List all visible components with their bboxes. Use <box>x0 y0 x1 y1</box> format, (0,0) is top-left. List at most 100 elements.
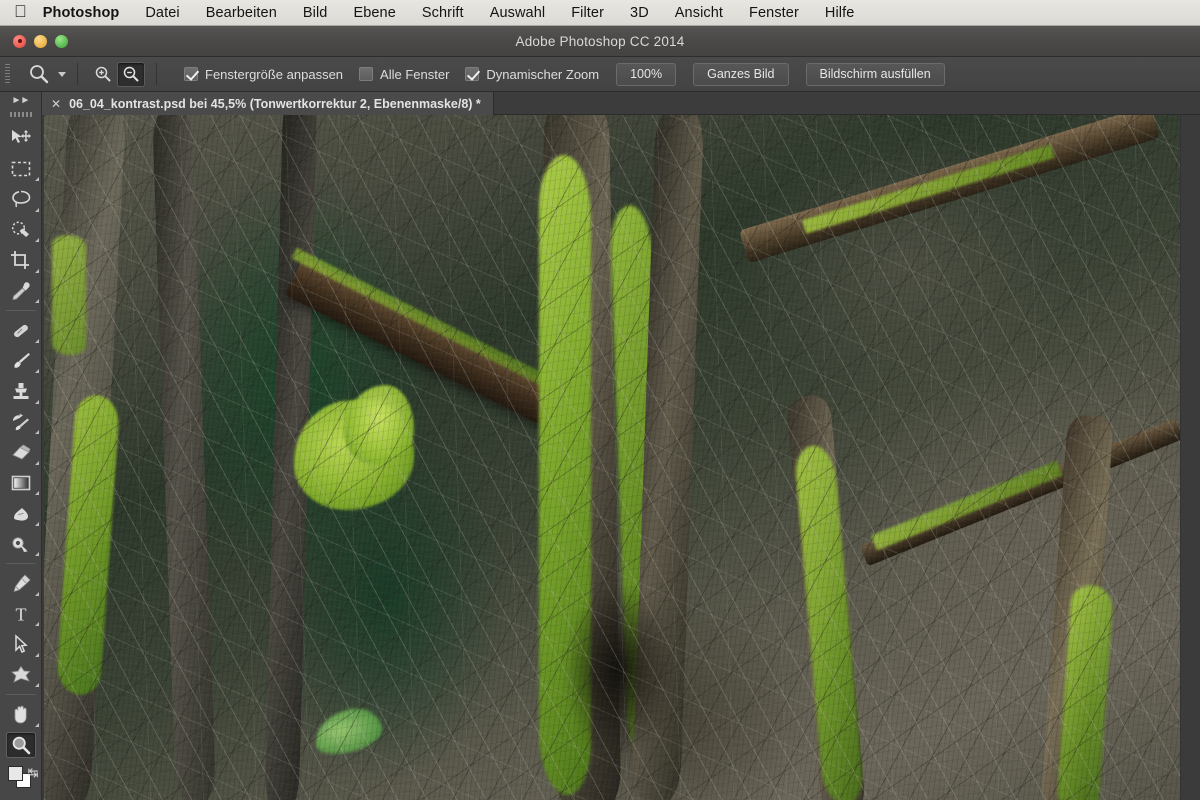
menu-item-ebene[interactable]: Ebene <box>340 5 408 21</box>
quick-selection-tool-icon[interactable] <box>6 217 36 243</box>
brush-tool-icon[interactable] <box>6 348 36 374</box>
menu-item-bild[interactable]: Bild <box>290 5 341 21</box>
eraser-tool-icon[interactable] <box>6 439 36 465</box>
foreground-color-swatch[interactable] <box>7 766 23 781</box>
type-tool[interactable]: T <box>0 599 42 630</box>
menu-item-3d[interactable]: 3D <box>617 5 662 21</box>
brush-tool[interactable] <box>0 346 42 377</box>
healing-brush-tool-icon[interactable] <box>6 317 36 343</box>
document-image[interactable] <box>44 115 1180 800</box>
move-tool[interactable] <box>0 123 42 154</box>
gradient-tool[interactable] <box>0 468 42 499</box>
hand-tool[interactable] <box>0 699 42 730</box>
history-brush-tool[interactable] <box>0 407 42 438</box>
zoom-tool-icon[interactable] <box>5 731 36 758</box>
crop-tool[interactable] <box>0 245 42 276</box>
dodge-tool-icon[interactable] <box>6 531 36 557</box>
scrubby-zoom-checkbox[interactable]: Dynamischer Zoom <box>465 67 599 82</box>
flyout-triangle-icon[interactable] <box>34 268 39 273</box>
scrubby-zoom-checkbox-box[interactable] <box>465 67 480 81</box>
flyout-triangle-icon[interactable] <box>34 722 39 727</box>
resize-windows-checkbox[interactable]: Fenstergröße anpassen <box>184 67 343 82</box>
quick-selection-tool[interactable] <box>0 215 42 246</box>
options-bar-grip[interactable] <box>0 57 14 92</box>
tool-panel-grip[interactable] <box>9 112 32 117</box>
color-swatches[interactable]: ↹ <box>0 763 42 797</box>
scrubby-zoom-label: Dynamischer Zoom <box>486 66 600 82</box>
menu-item-fenster[interactable]: Fenster <box>736 5 812 21</box>
tool-preset-chevron-down-icon[interactable] <box>58 71 66 77</box>
flyout-triangle-icon[interactable] <box>34 207 39 212</box>
eraser-tool[interactable] <box>0 437 42 468</box>
pen-tool-icon[interactable] <box>6 570 36 596</box>
flyout-triangle-icon[interactable] <box>34 591 39 596</box>
flyout-triangle-icon[interactable] <box>34 622 39 626</box>
apple-logo-icon[interactable]:  <box>14 3 27 20</box>
window-title: Adobe Photoshop CC 2014 <box>515 33 685 49</box>
flyout-triangle-icon[interactable] <box>34 369 39 373</box>
flyout-triangle-icon[interactable] <box>34 238 39 242</box>
lasso-tool[interactable] <box>0 184 42 215</box>
fill-screen-button[interactable]: Bildschirm ausfüllen <box>805 62 945 86</box>
all-windows-checkbox-box[interactable] <box>359 67 374 81</box>
custom-shape-tool-icon[interactable] <box>6 662 36 688</box>
double-chevron-right-icon[interactable]: ►► <box>12 95 31 106</box>
zoom-out-button[interactable] <box>117 61 145 87</box>
flyout-triangle-icon[interactable] <box>34 177 39 181</box>
canvas-area[interactable] <box>42 115 1200 800</box>
path-selection-tool[interactable] <box>0 629 42 660</box>
path-selection-tool-icon[interactable] <box>6 631 36 657</box>
lasso-tool-icon[interactable] <box>6 186 36 212</box>
eyedropper-tool[interactable] <box>0 276 42 307</box>
close-icon[interactable]: ✕ <box>51 97 61 111</box>
move-tool-icon[interactable] <box>6 125 36 151</box>
menu-item-auswahl[interactable]: Auswahl <box>477 5 559 21</box>
menu-item-datei[interactable]: Datei <box>132 5 192 21</box>
photoshop-window:  Photoshop Datei Bearbeiten Bild Ebene … <box>0 0 1200 800</box>
zoom-tool-icon[interactable] <box>28 63 50 85</box>
flyout-triangle-icon[interactable] <box>34 652 39 657</box>
blur-tool[interactable] <box>0 498 42 529</box>
resize-windows-checkbox-box[interactable] <box>184 67 198 81</box>
rectangular-marquee-tool[interactable] <box>0 154 42 185</box>
document-tab-label: 06_04_kontrast.psd bei 45,5% (Tonwertkor… <box>69 96 481 111</box>
document-tab-bar: ✕ 06_04_kontrast.psd bei 45,5% (Tonwertk… <box>42 92 1200 115</box>
zoom-tool[interactable] <box>0 730 42 761</box>
menu-item-photoshop[interactable]: Photoshop <box>43 5 133 21</box>
flyout-triangle-icon[interactable] <box>34 491 39 495</box>
custom-shape-tool[interactable] <box>0 660 42 691</box>
type-tool-icon[interactable]: T <box>6 601 36 627</box>
crop-tool-icon[interactable] <box>6 247 36 273</box>
menu-item-schrift[interactable]: Schrift <box>409 5 477 21</box>
history-brush-tool-icon[interactable] <box>6 409 36 435</box>
flyout-triangle-icon[interactable] <box>34 338 39 343</box>
flyout-triangle-icon[interactable] <box>34 399 39 404</box>
flyout-triangle-icon[interactable] <box>34 552 39 556</box>
menu-item-ansicht[interactable]: Ansicht <box>662 5 736 21</box>
flyout-triangle-icon[interactable] <box>34 683 39 687</box>
flyout-triangle-icon[interactable] <box>34 460 39 465</box>
marquee-tool-icon[interactable] <box>6 156 36 182</box>
tool-panel-collapse[interactable]: ►► <box>0 92 42 109</box>
menu-item-bearbeiten[interactable]: Bearbeiten <box>193 5 290 21</box>
flyout-triangle-icon[interactable] <box>34 430 39 434</box>
gradient-tool-icon[interactable] <box>6 470 36 496</box>
document-tab[interactable]: ✕ 06_04_kontrast.psd bei 45,5% (Tonwertk… <box>42 92 494 115</box>
hand-tool-icon[interactable] <box>6 701 36 727</box>
flyout-triangle-icon[interactable] <box>34 299 39 303</box>
blur-tool-icon[interactable] <box>6 500 36 526</box>
menu-item-filter[interactable]: Filter <box>558 5 617 21</box>
clone-stamp-tool[interactable] <box>0 376 42 407</box>
zoom-in-button[interactable] <box>89 62 117 87</box>
zoom-100-button[interactable]: 100% <box>616 62 677 86</box>
all-windows-checkbox[interactable]: Alle Fenster <box>359 67 449 82</box>
dodge-tool[interactable] <box>0 529 42 560</box>
spot-healing-brush-tool[interactable] <box>0 315 42 346</box>
menu-item-hilfe[interactable]: Hilfe <box>812 5 868 21</box>
pen-tool[interactable] <box>0 568 42 599</box>
swap-colors-icon[interactable]: ↹ <box>28 765 39 781</box>
fit-screen-button[interactable]: Ganzes Bild <box>693 62 789 86</box>
eyedropper-tool-icon[interactable] <box>6 278 36 304</box>
clone-stamp-tool-icon[interactable] <box>6 378 36 404</box>
flyout-triangle-icon[interactable] <box>34 521 39 526</box>
